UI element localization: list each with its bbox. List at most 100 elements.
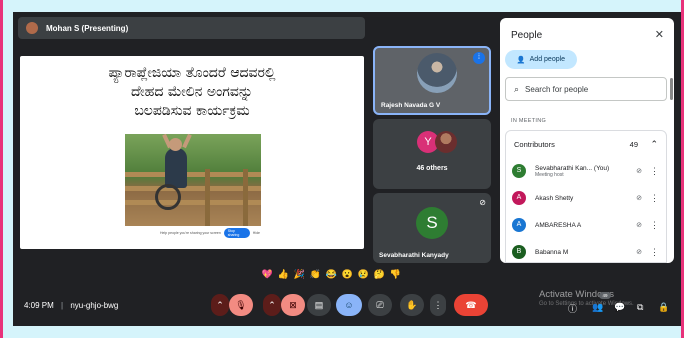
fence-rail bbox=[125, 186, 261, 191]
speaking-icon: ⁞ bbox=[473, 52, 485, 64]
slide-title-line: ದೇಹದ ಮೇಲಿನ ಅಂಗವನ್ನು bbox=[130, 84, 253, 100]
mic-off-icon: ⊘ bbox=[479, 198, 486, 207]
emoji-button[interactable]: ☺ bbox=[336, 294, 362, 316]
raise-hand-button[interactable]: ✋ bbox=[400, 294, 424, 316]
scrollbar[interactable] bbox=[670, 78, 673, 100]
panel-title: People bbox=[511, 30, 543, 41]
close-icon[interactable]: ✕ bbox=[655, 28, 664, 41]
others-count: 46 others bbox=[416, 165, 448, 172]
reaction-thinking[interactable]: 🤔 bbox=[373, 268, 386, 281]
presenter-name: Mohan S (Presenting) bbox=[46, 23, 129, 33]
more-options-icon[interactable]: ⋮ bbox=[650, 193, 659, 204]
left-pink-border bbox=[0, 0, 3, 338]
meeting-time: 4:09 PM bbox=[24, 301, 54, 310]
reaction-thumbs-up[interactable]: 👍 bbox=[277, 268, 290, 281]
participant-name: Akash Shetty bbox=[535, 194, 574, 202]
slide-title-line: ಪ್ಯಾರಾಪ್ಲೇಜಿಯಾ ತೊಂದರೆ ಆದವರಲ್ಲಿ bbox=[108, 65, 276, 81]
presenter-avatar bbox=[26, 22, 38, 34]
participant-name: AMBARESHA A bbox=[535, 221, 582, 229]
section-heading: IN MEETING bbox=[511, 118, 547, 124]
participant-name: Babanna M bbox=[535, 248, 569, 256]
people-count-badge: 49 bbox=[599, 292, 611, 299]
slide-title-line: ಬಲಪಡಿಸುವ ಕಾರ್ಯಕ್ರಮ bbox=[134, 103, 250, 119]
reaction-clap[interactable]: 👏 bbox=[309, 268, 322, 281]
shared-slide: ಪ್ಯಾರಾಪ್ಲೇಜಿಯಾ ತೊಂದರೆ ಆದವರಲ್ಲಿ ದೇಹದ ಮೇಲಿ… bbox=[20, 56, 364, 249]
mic-off-icon[interactable]: ⊘ bbox=[636, 221, 642, 229]
participant-video-thumb bbox=[417, 53, 457, 93]
mic-off-icon[interactable]: ⊘ bbox=[636, 194, 642, 202]
participant-tile-others[interactable]: Y 46 others bbox=[373, 119, 491, 189]
avatar: S bbox=[512, 164, 526, 178]
fence-rail bbox=[125, 172, 261, 177]
reaction-party[interactable]: 🎉 bbox=[293, 268, 306, 281]
reaction-bar: 💖 👍 🎉 👏 😂 😮 😢 🤔 👎 bbox=[261, 268, 402, 284]
group-label: Contributors bbox=[514, 140, 555, 149]
host-controls-icon[interactable]: 🔒 bbox=[658, 302, 669, 313]
reaction-laugh[interactable]: 😂 bbox=[325, 268, 338, 281]
info-icon[interactable]: ⓘ bbox=[568, 302, 577, 315]
tile-name: Sevabharathi Kanyady bbox=[379, 252, 449, 259]
captions-button[interactable]: ▤ bbox=[307, 294, 331, 316]
more-options-icon[interactable]: ⋮ bbox=[650, 247, 659, 258]
add-people-button[interactable]: 👤 Add people bbox=[505, 50, 577, 69]
add-people-label: Add people bbox=[529, 56, 566, 63]
participant-role: Meeting host bbox=[535, 171, 564, 178]
tile-name: Rajesh Navada G V bbox=[381, 102, 441, 109]
slide-share-bar: Help people you're sharing your screen S… bbox=[160, 228, 260, 238]
person-head bbox=[169, 138, 182, 151]
contributors-header[interactable]: Contributors 49 ⌃ bbox=[514, 139, 660, 150]
more-options-icon[interactable]: ⋮ bbox=[650, 166, 659, 177]
end-call-button[interactable]: ☎ bbox=[454, 294, 488, 316]
reaction-sad[interactable]: 😢 bbox=[357, 268, 370, 281]
search-icon: ⌕ bbox=[514, 83, 520, 94]
person-arm bbox=[182, 134, 192, 149]
search-input[interactable] bbox=[525, 84, 656, 94]
people-panel: People ✕ 👤 Add people ⌕ IN MEETING Contr… bbox=[500, 18, 674, 263]
participant-tile-rajesh[interactable]: ⁞ Rajesh Navada G V bbox=[373, 46, 491, 115]
chevron-up-icon[interactable]: ⌃ bbox=[650, 139, 658, 150]
contributors-group: Contributors 49 ⌃ S Sevabharathi Kan... … bbox=[505, 130, 667, 263]
mic-off-icon[interactable]: ⊘ bbox=[636, 167, 642, 175]
camera-options-chevron-icon[interactable]: ⌃ bbox=[263, 294, 281, 316]
share-bar-text: Help people you're sharing your screen bbox=[160, 231, 221, 235]
people-icon[interactable]: 👥 bbox=[592, 302, 603, 313]
meeting-code[interactable]: nyu-ghjo-bwg bbox=[70, 301, 118, 310]
mic-off-icon[interactable]: ⊘ bbox=[636, 248, 642, 256]
avatar: B bbox=[512, 245, 526, 259]
mic-options-chevron-icon[interactable]: ⌃ bbox=[211, 294, 229, 316]
more-options-icon[interactable]: ⋮ bbox=[650, 220, 659, 231]
reaction-heart[interactable]: 💖 bbox=[261, 268, 274, 281]
participant-name: Sevabharathi Kan... (You) bbox=[535, 164, 610, 172]
meet-window: Mohan S (Presenting) ಪ್ಯಾರಾಪ್ಲೇಜಿಯಾ ತೊಂದ… bbox=[13, 12, 681, 326]
more-options-icon[interactable]: ⋮ bbox=[430, 294, 446, 316]
fence-rail bbox=[125, 200, 261, 205]
reaction-thumbs-down[interactable]: 👎 bbox=[389, 268, 402, 281]
chat-icon[interactable]: 💬 bbox=[614, 302, 625, 313]
avatar bbox=[435, 131, 457, 153]
wheelchair-wheel bbox=[155, 184, 181, 210]
stop-sharing-button: Stop sharing bbox=[223, 228, 250, 238]
list-item: S Sevabharathi Kan... (You) Meeting host… bbox=[512, 159, 662, 183]
activities-icon[interactable]: ⧉ bbox=[637, 302, 643, 313]
fence-post bbox=[243, 169, 248, 226]
presenter-bar: Mohan S (Presenting) bbox=[18, 17, 365, 39]
person-figure bbox=[165, 148, 187, 188]
add-person-icon: 👤 bbox=[516, 56, 526, 64]
list-item: A Akash Shetty ⊘ ⋮ bbox=[512, 186, 662, 210]
mic-off-button[interactable]: 🎙 bbox=[229, 294, 253, 316]
hide-button: Hide bbox=[252, 231, 260, 235]
avatar: A bbox=[512, 218, 526, 232]
search-people-box[interactable]: ⌕ bbox=[505, 77, 667, 101]
list-item: B Babanna M ⊘ ⋮ bbox=[512, 240, 662, 263]
slide-title: ಪ್ಯಾರಾಪ್ಲೇಜಿಯಾ ತೊಂದರೆ ಆದವರಲ್ಲಿ ದೇಹದ ಮೇಲಿ… bbox=[20, 64, 364, 121]
reaction-surprised[interactable]: 😮 bbox=[341, 268, 354, 281]
participant-tile-sevabharathi[interactable]: ⊘ S Sevabharathi Kanyady bbox=[373, 193, 491, 263]
camera-off-button[interactable]: ⊠ bbox=[281, 294, 305, 316]
group-count: 49 bbox=[629, 140, 638, 149]
separator: | bbox=[61, 301, 64, 310]
meeting-info: 4:09 PM | nyu-ghjo-bwg bbox=[24, 301, 118, 310]
avatar: A bbox=[512, 191, 526, 205]
avatar: S bbox=[416, 207, 448, 239]
present-button[interactable]: ⎚ bbox=[368, 294, 392, 316]
fence-post bbox=[205, 169, 210, 226]
